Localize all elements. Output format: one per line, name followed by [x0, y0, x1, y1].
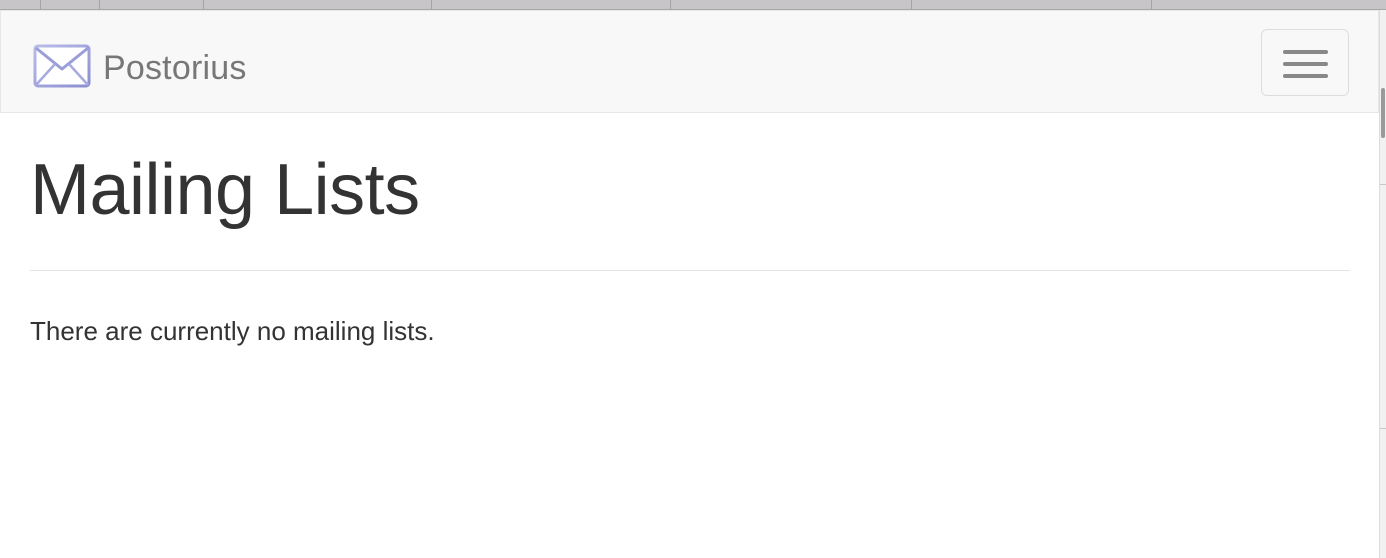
scrollbar-track-mark [1380, 184, 1386, 185]
brand-link[interactable]: Postorius [33, 43, 247, 94]
navbar-toggle-button[interactable] [1261, 29, 1349, 96]
browser-tab-divider [431, 0, 432, 10]
browser-tab-divider [1151, 0, 1152, 10]
brand-name: Postorius [103, 49, 247, 87]
empty-state-message: There are currently no mailing lists. [30, 316, 435, 346]
browser-tab-divider [911, 0, 912, 10]
browser-tab-divider [203, 0, 204, 10]
browser-tab-divider [40, 0, 41, 10]
page-viewport: Postorius Mailing Lists There are curren… [0, 10, 1379, 558]
browser-tab-divider [99, 0, 100, 10]
scrollbar-thumb[interactable] [1381, 88, 1385, 138]
page-title: Mailing Lists [30, 150, 420, 230]
browser-tab-divider [670, 0, 671, 10]
top-navbar: Postorius [0, 10, 1379, 113]
envelope-icon [33, 43, 103, 94]
hamburger-bar [1283, 62, 1328, 66]
title-divider [30, 270, 1350, 271]
scrollbar-track-mark [1380, 428, 1386, 429]
hamburger-bar [1283, 74, 1328, 78]
browser-tab-strip [0, 0, 1386, 10]
vertical-scrollbar[interactable] [1379, 10, 1386, 558]
hamburger-bar [1283, 50, 1328, 54]
